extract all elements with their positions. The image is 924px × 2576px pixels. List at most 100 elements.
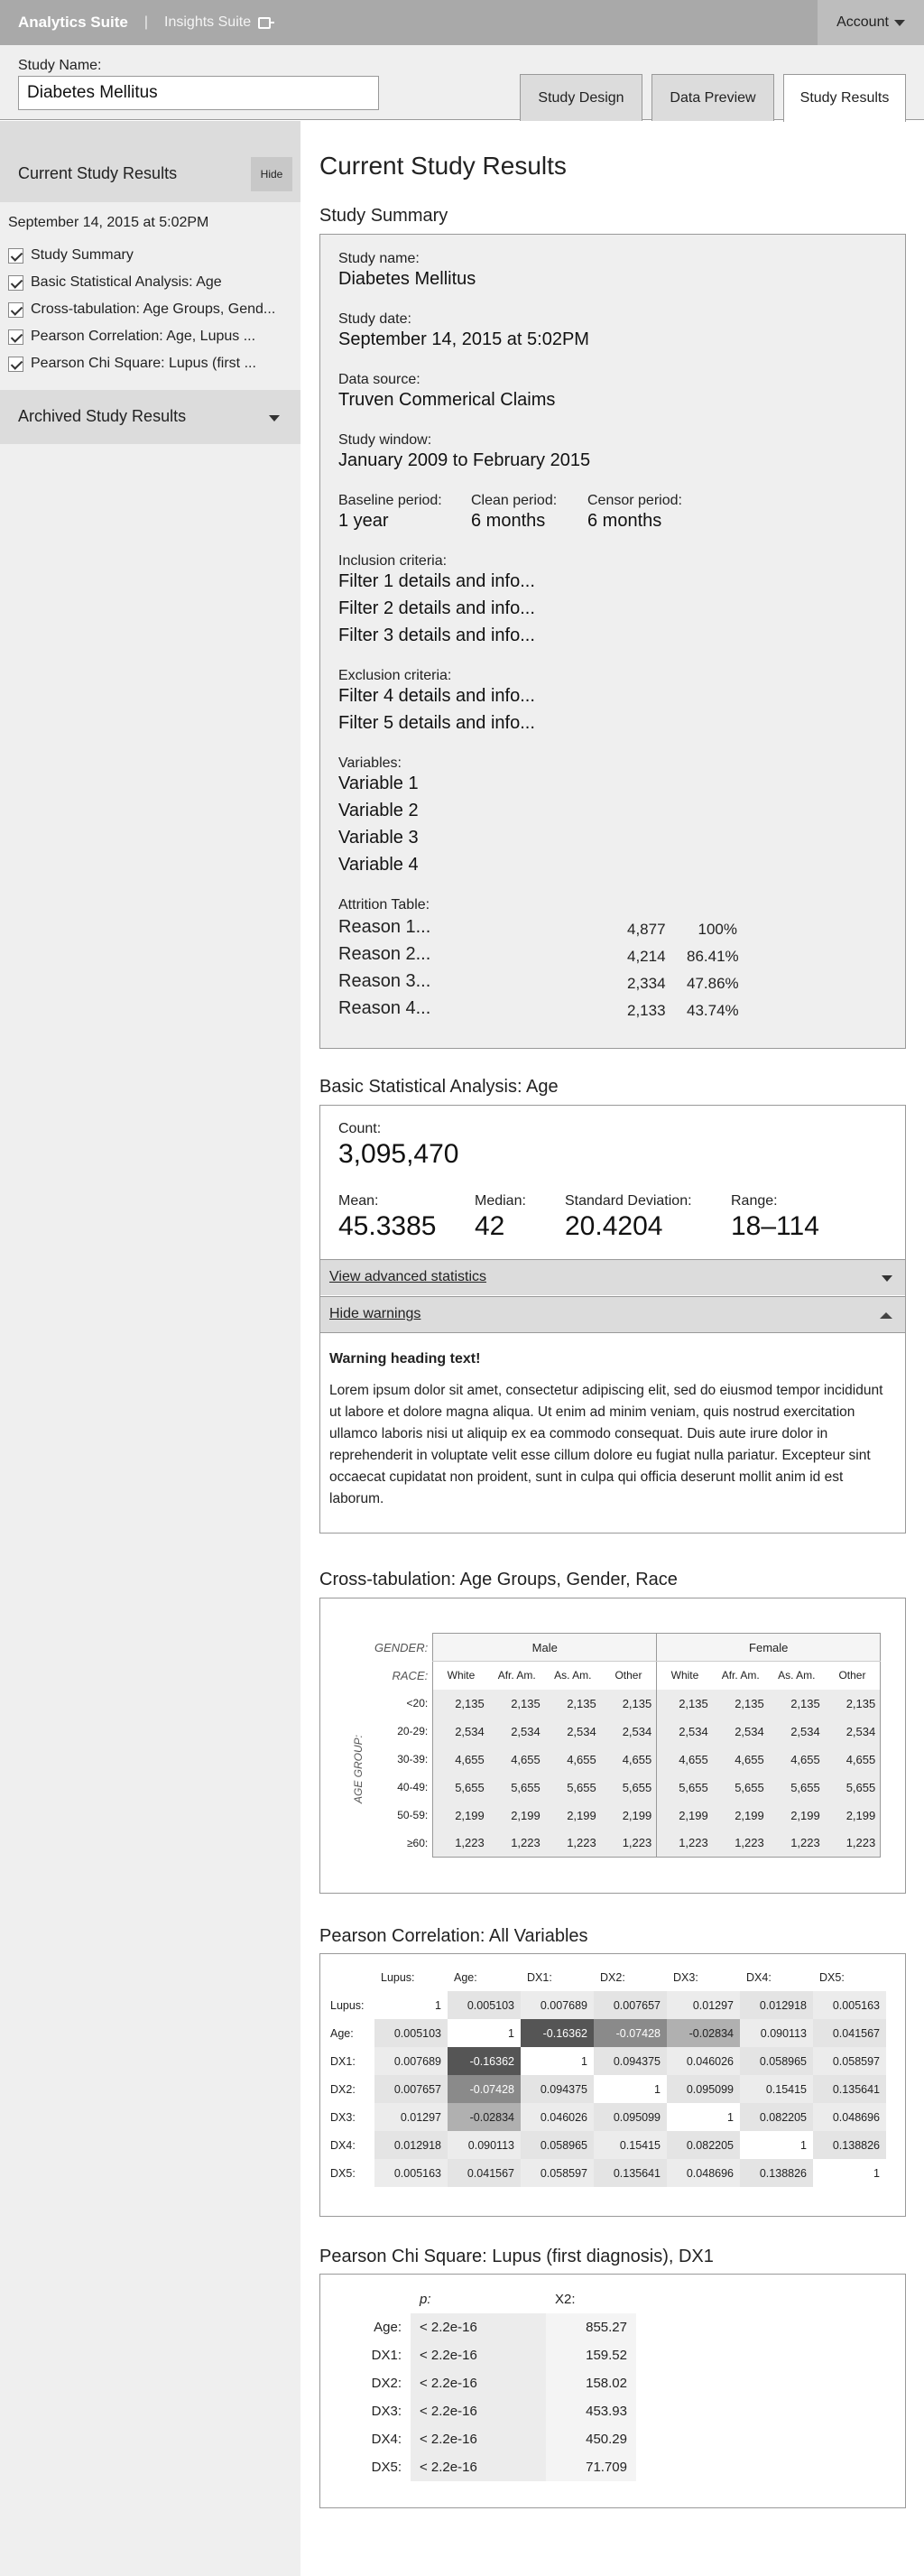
sidebar-item-basic-stats[interactable]: Basic Statistical Analysis: Age xyxy=(8,269,275,296)
crosstab-cell: 2,199 xyxy=(600,1801,657,1830)
age-group: 40-49: xyxy=(397,1781,429,1793)
clean-period-label: Clean period: xyxy=(471,493,558,508)
checkbox[interactable] xyxy=(8,356,23,372)
crosstab-cell: 1,223 xyxy=(712,1829,769,1858)
correlation-cell: 0.138826 xyxy=(740,2159,813,2187)
correlation-cell: 0.095099 xyxy=(667,2075,740,2103)
hide-warnings-link[interactable]: Hide warnings xyxy=(329,1306,420,1322)
crosstab-cell: 4,655 xyxy=(712,1745,769,1774)
chi-p-value: < 2.2e-16 xyxy=(411,2397,546,2425)
advanced-stats-link[interactable]: View advanced statistics xyxy=(329,1269,486,1285)
tab-data-preview[interactable]: Data Preview xyxy=(651,74,774,121)
inclusion-filter: Filter 2 details and info... xyxy=(338,598,535,618)
table-row: DX3: 0.01297 -0.02834 0.046026 0.095099 1 0.08… xyxy=(324,2103,886,2131)
tab-study-results[interactable]: Study Results xyxy=(783,74,906,122)
study-summary-heading: Study Summary xyxy=(319,206,448,226)
correlation-cell: 0.01297 xyxy=(374,2103,448,2131)
checkbox[interactable] xyxy=(8,247,23,264)
tab-study-design[interactable]: Study Design xyxy=(520,74,642,121)
attrition-row: Reason 2... 4,214 86.41% xyxy=(338,944,739,971)
table-row: ≥60: 1,223 1,223 1,223 1,223 1,223 1,223 1,223 1… xyxy=(370,1829,882,1858)
correlation-cell: 0.15415 xyxy=(594,2131,667,2159)
data-source-value: Truven Commerical Claims xyxy=(338,390,556,410)
chi-p-value: < 2.2e-16 xyxy=(411,2453,546,2481)
correlation-cell: 0.046026 xyxy=(521,2103,594,2131)
insights-suite-label: Insights Suite xyxy=(164,14,252,30)
crosstab-heading: Cross-tabulation: Age Groups, Gender, Ra… xyxy=(319,1570,678,1589)
crosstab-cell: 2,199 xyxy=(656,1801,713,1830)
chevron-down-icon xyxy=(882,1275,892,1282)
inclusion-filter: Filter 3 details and info... xyxy=(338,625,535,645)
pearson-row-header: DX1: xyxy=(330,2054,356,2068)
crosstab-cell: 2,199 xyxy=(712,1801,769,1830)
exit-icon xyxy=(258,16,275,29)
account-menu[interactable]: Account xyxy=(818,0,924,45)
archived-results-toggle[interactable]: Archived Study Results xyxy=(0,390,300,444)
brand-logo[interactable]: Analytics Suite xyxy=(18,14,128,32)
attrition-table-label: Attrition Table: xyxy=(338,897,430,913)
warnings-toggle[interactable]: Hide warnings xyxy=(320,1296,905,1332)
table-row: DX5: < 2.2e-16 71.709 xyxy=(338,2453,636,2481)
correlation-cell: -0.07428 xyxy=(594,2019,667,2047)
advanced-stats-toggle[interactable]: View advanced statistics xyxy=(320,1259,905,1295)
pearson-col-header: DX4: xyxy=(746,1970,772,1984)
pearson-card: Lupus: Age: DX1: DX2: DX3: DX4: DX5: Lupus: 1 0.… xyxy=(319,1953,906,2217)
pearson-row-header: DX4: xyxy=(330,2138,356,2152)
gender-row: GENDER: Male Female xyxy=(370,1633,882,1662)
chi-variable: DX1: xyxy=(371,2348,402,2363)
crosstab-cell: 1,223 xyxy=(656,1829,713,1858)
crosstab-cell: 2,199 xyxy=(432,1801,489,1830)
correlation-cell: 0.048696 xyxy=(667,2159,740,2187)
sidebar-item-chi-square[interactable]: Pearson Chi Square: Lupus (first ... xyxy=(8,350,275,377)
insights-suite-link[interactable]: Insights Suite xyxy=(164,14,275,31)
pearson-table: Lupus: Age: DX1: DX2: DX3: DX4: DX5: Lupus: 1 0.… xyxy=(324,1963,886,2187)
chevron-down-icon xyxy=(269,415,280,422)
chi-p-value: < 2.2e-16 xyxy=(411,2341,546,2369)
study-name-input[interactable] xyxy=(18,76,379,110)
correlation-cell: 0.012918 xyxy=(374,2131,448,2159)
chi-x2-value: 453.93 xyxy=(546,2397,636,2425)
results-date: September 14, 2015 at 5:02PM xyxy=(8,215,209,230)
censor-period-label: Censor period: xyxy=(587,493,682,508)
sd-label: Standard Deviation: xyxy=(565,1193,692,1209)
crosstab-cell: 2,534 xyxy=(432,1717,489,1746)
chi-variable: DX4: xyxy=(371,2432,402,2447)
attrition-row: Reason 4... 2,133 43.74% xyxy=(338,998,739,1025)
checkbox[interactable] xyxy=(8,274,23,291)
clean-period-value: 6 months xyxy=(471,511,546,531)
correlation-cell: 0.058965 xyxy=(740,2047,813,2075)
chi-body: Age: < 2.2e-16 855.27 DX1: < 2.2e-16 159.52 DX… xyxy=(338,2313,636,2481)
correlation-cell: 0.082205 xyxy=(740,2103,813,2131)
chi-x2-value: 855.27 xyxy=(546,2313,636,2341)
sidebar-item-study-summary[interactable]: Study Summary xyxy=(8,242,275,269)
table-row: 40-49: 5,655 5,655 5,655 5,655 5,655 5,655 5,65… xyxy=(370,1773,882,1802)
table-row: 50-59: 2,199 2,199 2,199 2,199 2,199 2,199 2,19… xyxy=(370,1801,882,1830)
crosstab-cell: 2,534 xyxy=(656,1717,713,1746)
race-row: RACE: White Afr. Am. As. Am. Other White Afr.… xyxy=(370,1661,882,1690)
exclusion-filter: Filter 4 details and info... xyxy=(338,686,535,706)
correlation-cell: 1 xyxy=(594,2075,667,2103)
corner-cell xyxy=(324,1963,374,1991)
table-row: 30-39: 4,655 4,655 4,655 4,655 4,655 4,655 4,65… xyxy=(370,1745,882,1774)
correlation-cell: 0.005103 xyxy=(374,2019,448,2047)
chi-x2-value: 158.02 xyxy=(546,2369,636,2397)
hide-button[interactable]: Hide xyxy=(251,157,292,191)
study-name-label: Study name: xyxy=(338,251,420,266)
crosstab-cell: 4,655 xyxy=(824,1745,882,1774)
inclusion-filter: Filter 1 details and info... xyxy=(338,571,535,591)
correlation-cell: 0.005163 xyxy=(813,1991,886,2019)
correlation-cell: 0.135641 xyxy=(813,2075,886,2103)
crosstab-cell: 2,135 xyxy=(768,1689,825,1718)
checkbox[interactable] xyxy=(8,301,23,318)
sidebar-item-crosstab[interactable]: Cross-tabulation: Age Groups, Gend... xyxy=(8,296,275,323)
sidebar-item-pearson-correlation[interactable]: Pearson Correlation: Age, Lupus ... xyxy=(8,323,275,350)
checkbox[interactable] xyxy=(8,329,23,345)
race-label: RACE: xyxy=(392,1668,429,1682)
attrition-percent: 86.41% xyxy=(687,948,739,965)
exclusion-filter: Filter 5 details and info... xyxy=(338,713,535,733)
correlation-cell: 0.005163 xyxy=(374,2159,448,2187)
correlation-cell: 0.007657 xyxy=(374,2075,448,2103)
current-results-title: Current Study Results xyxy=(18,164,178,182)
gender-label: GENDER: xyxy=(374,1640,429,1654)
inclusion-criteria-label: Inclusion criteria: xyxy=(338,553,448,569)
